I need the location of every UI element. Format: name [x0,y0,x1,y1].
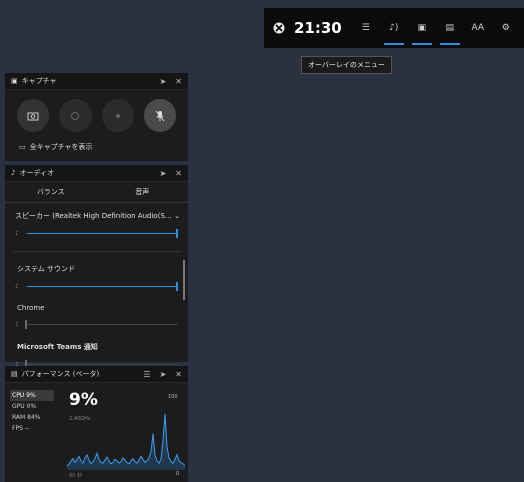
capture-widget-icon: ▣ [11,77,18,85]
game-bar: 21:30 ☰ ♪) ▣ ▤ AA ⚙ [264,8,524,48]
audio-widget-button[interactable]: ♪) [380,8,408,48]
stat-list: CPU 9% GPU 0% RAM 84% FPS -- [10,390,54,434]
performance-header[interactable]: ▤ パフォーマンス (ベータ) ☰ ➤ ✕ [5,366,188,383]
audio-title: オーディオ [19,169,54,177]
capture-buttons [5,90,188,132]
cpu-usage-chart [67,413,185,470]
speaker-icon: ♪ [15,229,19,237]
y-axis-min: 0 [176,471,180,477]
tab-voice[interactable]: 音声 [97,182,189,202]
audio-header[interactable]: ♪ オーディオ ➤ ✕ [5,165,188,182]
pin-icon[interactable]: ➤ [160,370,167,379]
capture-widget: ▣ キャプチャ ➤ ✕ ▭ 全キャプチャを表示 [5,73,188,161]
audio-tabs: バランス 音声 [5,182,188,203]
performance-widget: ▤ パフォーマンス (ベータ) ☰ ➤ ✕ CPU 9% GPU 0% RAM … [5,366,188,482]
slider-track [27,228,178,238]
capture-icon: ▣ [417,23,426,33]
capture-header[interactable]: ▣ キャプチャ ➤ ✕ [5,73,188,90]
output-device-label: スピーカー (Realtek High Definition Audio(S..… [15,212,172,220]
chrome-volume-slider[interactable]: ♪ [15,318,178,330]
audio-widget: ♪ オーディオ ➤ ✕ バランス 音声 スピーカー (Realtek High … [5,165,188,369]
record-icon [115,113,120,118]
capture-widget-button[interactable]: ▣ [408,8,436,48]
speaker-icon: ♪ [15,282,19,290]
slider-track [27,281,178,291]
show-all-captures-label: 全キャプチャを表示 [29,143,93,151]
slider-thumb[interactable] [176,281,178,291]
xbox-logo-icon [273,22,285,34]
slider-track [25,319,178,329]
divider [13,251,180,252]
mic-toggle-button[interactable] [143,99,176,132]
clock: 21:30 [294,19,342,37]
pin-icon[interactable]: ➤ [160,77,167,86]
output-device-select[interactable]: スピーカー (Realtek High Definition Audio(S..… [5,203,188,221]
widget-menu-button[interactable]: ☰ [352,8,380,48]
chevron-down-icon: ⌄ [174,212,180,220]
record-last-icon [71,111,80,120]
screenshot-button[interactable] [17,99,50,132]
close-icon[interactable]: ✕ [175,169,182,178]
close-icon[interactable]: ✕ [175,370,182,379]
settings-icon: ⚙ [501,23,510,33]
capture-title: キャプチャ [21,77,57,85]
gallery-icon: ▭ [19,143,26,151]
pin-icon[interactable]: ➤ [160,169,167,178]
audio-icon: ♪) [389,23,399,33]
system-sounds-volume-slider[interactable]: ♪ [15,280,178,292]
device-volume-slider[interactable]: ♪ [15,227,178,239]
close-icon[interactable]: ✕ [175,77,182,86]
camera-icon [27,112,39,120]
mic-off-icon [155,110,165,121]
overlay-menu-tooltip: オーバーレイのメニュー [301,56,392,74]
x-axis-label: 60 秒 [69,473,82,479]
app-label-chrome: Chrome [17,304,45,312]
xbox-button[interactable] [264,22,294,34]
widget-menu-icon: ☰ [361,23,370,33]
settings-button[interactable]: ⚙ [492,8,520,48]
audio-widget-icon: ♪ [11,169,16,177]
record-last-button[interactable] [59,99,92,132]
performance-icon: ▤ [445,23,454,33]
performance-widget-button[interactable]: ▤ [436,8,464,48]
stat-fps[interactable]: FPS -- [10,423,54,434]
slider-thumb[interactable] [176,228,178,238]
text-size-icon: AA [471,23,485,33]
app-label-teams: Microsoft Teams 通知 [17,343,98,351]
stat-ram[interactable]: RAM 84% [10,412,54,423]
app-label-system-sounds: システム サウンド [17,265,76,273]
performance-widget-icon: ▤ [11,370,18,378]
tab-balance[interactable]: バランス [5,182,97,202]
record-button[interactable] [101,99,134,132]
slider-fill [27,285,178,287]
stat-gpu[interactable]: GPU 0% [10,401,54,412]
slider-fill [27,232,178,234]
show-all-captures-link[interactable]: ▭ 全キャプチャを表示 [19,142,188,152]
performance-title: パフォーマンス (ベータ) [21,370,100,378]
stat-cpu[interactable]: CPU 9% [10,390,54,401]
options-icon[interactable]: ☰ [143,370,150,379]
text-size-button[interactable]: AA [464,8,492,48]
audio-scrollbar[interactable] [183,260,185,300]
slider-thumb[interactable] [25,319,27,329]
slider-track [25,359,178,369]
